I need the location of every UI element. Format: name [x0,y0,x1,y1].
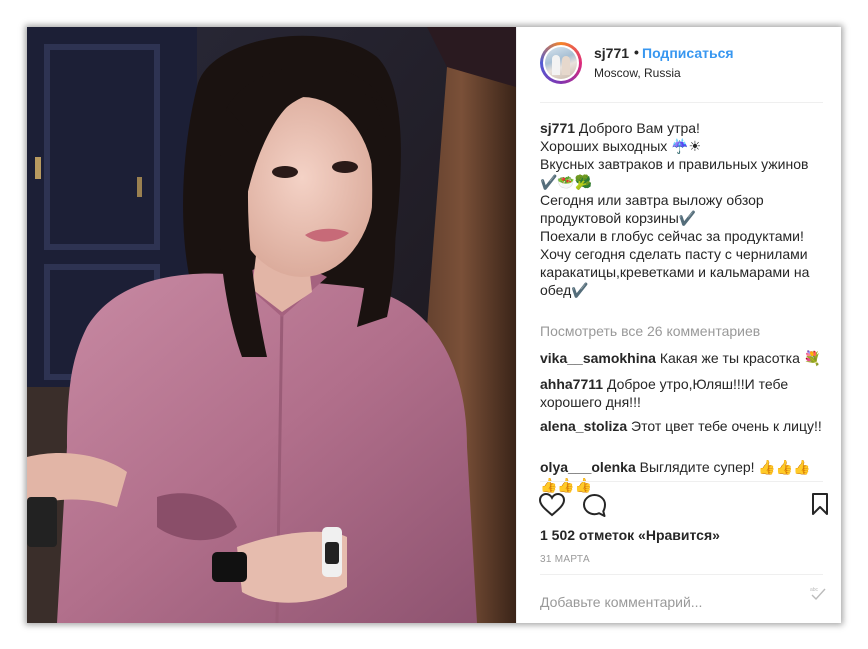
caption-line: Поехали в глобус сейчас за продуктами! [540,228,804,244]
comment-username[interactable]: olya___olenka [540,459,636,475]
post-photo[interactable] [27,27,516,623]
follow-button[interactable]: Подписаться [642,45,734,61]
location-link[interactable]: Moscow, Russia [594,66,681,80]
post-date[interactable]: 31 МАРТА [540,554,590,565]
caption-username[interactable]: sj771 [540,120,575,136]
post-caption: sj771 Доброго Вам утра! Хороших выходных… [540,119,830,299]
avatar[interactable] [540,42,582,84]
spellcheck-icon: abc [809,585,827,606]
speech-bubble-icon[interactable] [582,493,607,523]
caption-line: Вкусных завтраков и правильных ужинов [540,156,809,172]
comment-text: Какая же ты красотка 💐 [659,350,822,366]
caption-line: продуктовой корзины✔️ [540,210,697,226]
comment-box-divider [540,574,823,575]
view-all-comments-link[interactable]: Посмотреть все 26 комментариев [540,323,760,339]
caption-line: обед✔️ [540,282,589,298]
svg-text:abc: abc [810,587,819,593]
caption-line: каракатицы,креветками и кальмарами на [540,264,810,280]
add-comment-input[interactable] [540,593,770,611]
caption-line: ✔️🥗🥦 [540,174,593,190]
heart-outline-icon[interactable] [538,492,566,522]
comment-item: alena_stoliza Этот цвет тебе очень к лиц… [540,417,825,435]
action-bar [517,485,841,525]
post-side-panel: sj771 • Подписаться Moscow, Russia sj771… [516,27,841,623]
likes-count[interactable]: 1 502 отметок «Нравится» [540,527,720,543]
comment-text: Этот цвет тебе очень к лицу!! [631,418,822,434]
post-header: sj771 • Подписаться Moscow, Russia [517,27,841,103]
caption-line: Хороших выходных ☔☀ [540,138,702,154]
comment-item: ahha7711 Доброе утро,Юляш!!!И тебе хорош… [540,375,825,411]
caption-line: Сегодня или завтра выложу обзор [540,192,764,208]
instagram-post: sj771 • Подписаться Moscow, Russia sj771… [27,27,841,623]
comment-username[interactable]: ahha7711 [540,376,603,392]
comment-item: vika__samokhina Какая же ты красотка 💐 [540,349,825,367]
post-image [27,27,516,623]
caption-line: Доброго Вам утра! [575,120,700,136]
caption-line: Хочу сегодня сделать пасту с чернилами [540,246,808,262]
actions-divider [540,481,823,482]
header-divider [540,102,823,103]
comment-username[interactable]: alena_stoliza [540,418,627,434]
separator-dot: • [634,44,639,60]
comment-username[interactable]: vika__samokhina [540,350,656,366]
bookmark-outline-icon[interactable] [811,493,829,520]
username-link[interactable]: sj771 [594,45,629,61]
